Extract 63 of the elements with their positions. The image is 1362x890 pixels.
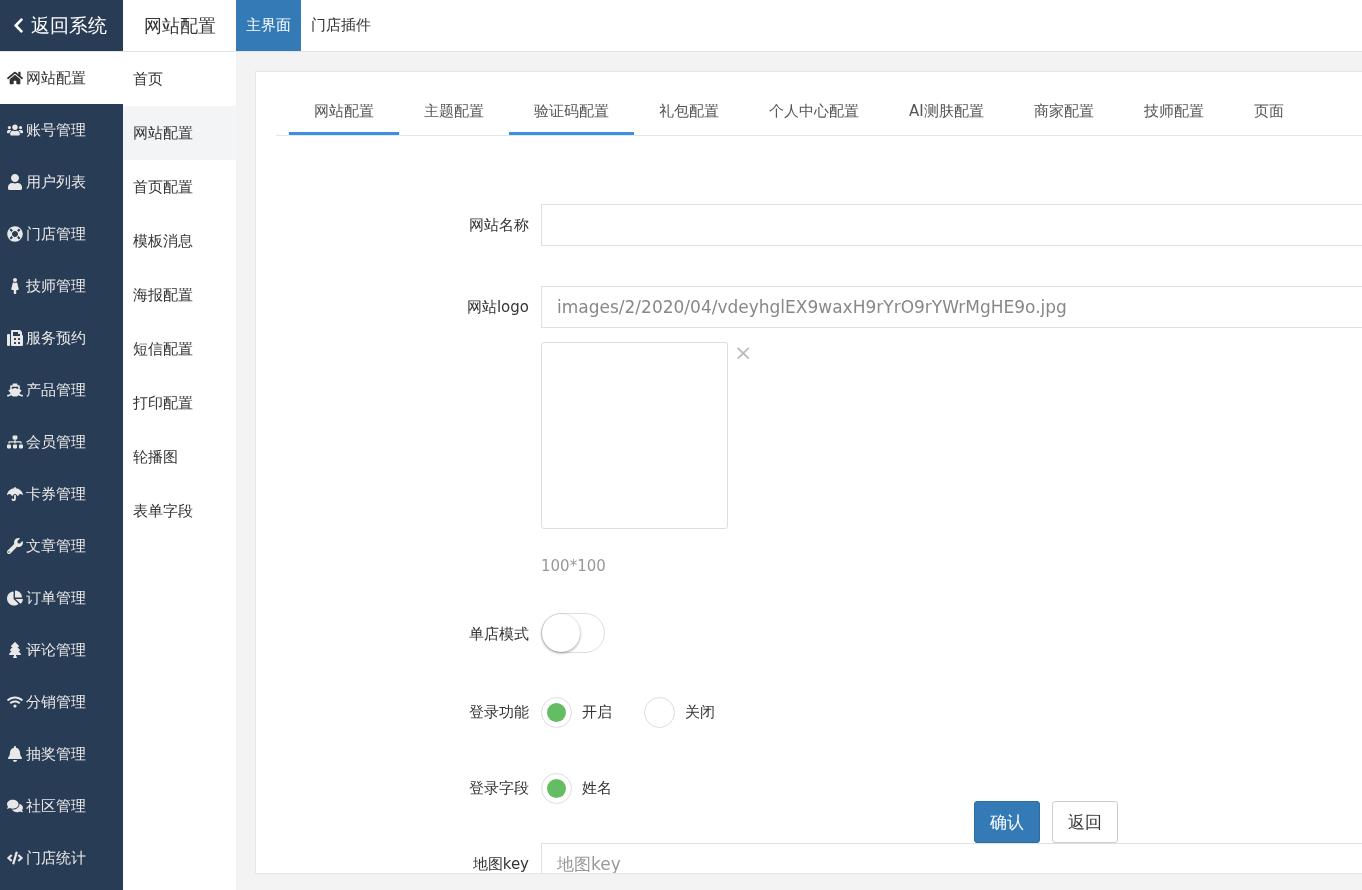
config-tab[interactable]: 礼包配置 bbox=[634, 90, 744, 135]
radio-label: 关闭 bbox=[685, 702, 715, 722]
chat-icon bbox=[7, 798, 23, 814]
sidebar-label: 门店统计 bbox=[26, 848, 86, 868]
top-tab[interactable]: 门店插件 bbox=[301, 0, 381, 51]
section-title: 网站配置 bbox=[142, 13, 217, 38]
sidebar-label: 订单管理 bbox=[26, 588, 86, 608]
fax-icon bbox=[7, 330, 23, 346]
radio-label: 开启 bbox=[582, 702, 612, 722]
field-label: 单店模式 bbox=[468, 624, 530, 645]
sidebar-label: 卡券管理 bbox=[26, 484, 86, 504]
wrench-icon bbox=[7, 538, 23, 554]
input-field[interactable]: images/2/2020/04/vdeyhglEX9waxH9rYrO9rYWrMgHE9o.jpg bbox=[541, 286, 1362, 328]
sidebar-item[interactable]: 网站配置 bbox=[0, 52, 123, 104]
sidebar-label: 文章管理 bbox=[26, 536, 86, 556]
sidebar-label: 产品管理 bbox=[26, 380, 86, 400]
input-field[interactable] bbox=[541, 204, 1362, 246]
config-tab[interactable]: 主题配置 bbox=[399, 90, 509, 135]
field-label: 网站名称 bbox=[468, 215, 530, 236]
tree-icon bbox=[7, 642, 23, 658]
pie-chart-icon bbox=[7, 590, 23, 606]
config-tab[interactable]: AI测肤配置 bbox=[884, 90, 1009, 135]
submenu-item[interactable]: 网站配置 bbox=[123, 106, 236, 160]
config-tab[interactable]: 个人中心配置 bbox=[744, 90, 884, 135]
field-label: 网站logo bbox=[465, 297, 530, 318]
home-icon bbox=[7, 70, 23, 86]
sidebar-label: 抽奖管理 bbox=[26, 744, 86, 764]
config-tab[interactable]: 技师配置 bbox=[1118, 90, 1229, 135]
user-icon bbox=[7, 174, 23, 190]
sidebar-label: 分销管理 bbox=[26, 692, 86, 712]
lifebuoy-icon bbox=[7, 226, 23, 242]
back-button[interactable]: 返回系统 bbox=[0, 0, 123, 51]
field-label: 登录功能 bbox=[468, 702, 530, 723]
radio-label: 姓名 bbox=[582, 778, 612, 798]
ship-icon bbox=[7, 382, 23, 398]
size-hint: 100*100 bbox=[541, 557, 607, 575]
back-button[interactable]: 返回 bbox=[1052, 801, 1118, 843]
sidebar-label: 门店管理 bbox=[26, 224, 86, 244]
sitemap-icon bbox=[7, 434, 23, 450]
field-label: 地图key bbox=[471, 854, 530, 873]
input-field[interactable]: 地图key bbox=[541, 843, 1362, 873]
umbrella-icon bbox=[7, 486, 23, 502]
config-tab[interactable]: 商家配置 bbox=[1008, 90, 1119, 135]
code-icon bbox=[7, 850, 23, 866]
sidebar-label: 账号管理 bbox=[26, 120, 86, 140]
wifi-icon bbox=[7, 694, 23, 710]
field-label: 登录字段 bbox=[468, 778, 530, 799]
top-tab[interactable]: 主界面 bbox=[236, 0, 301, 51]
sidebar-label: 评论管理 bbox=[26, 640, 86, 660]
sidebar-label: 服务预约 bbox=[26, 328, 86, 348]
sidebar-label: 会员管理 bbox=[26, 432, 86, 452]
sidebar-label: 网站配置 bbox=[26, 68, 86, 88]
bell-icon bbox=[7, 746, 23, 762]
confirm-button[interactable]: 确认 bbox=[974, 801, 1040, 843]
config-tab[interactable]: 页面 bbox=[1228, 90, 1309, 135]
sidebar-label: 用户列表 bbox=[26, 172, 86, 192]
config-tab[interactable]: 验证码配置 bbox=[509, 90, 634, 135]
back-label: 返回系统 bbox=[31, 12, 107, 38]
sidebar-label: 社区管理 bbox=[26, 796, 86, 816]
toggle-switch[interactable] bbox=[541, 613, 605, 653]
config-tab[interactable]: 网站配置 bbox=[289, 90, 399, 135]
sidebar-label: 技师管理 bbox=[26, 276, 86, 296]
users-icon bbox=[7, 122, 23, 138]
